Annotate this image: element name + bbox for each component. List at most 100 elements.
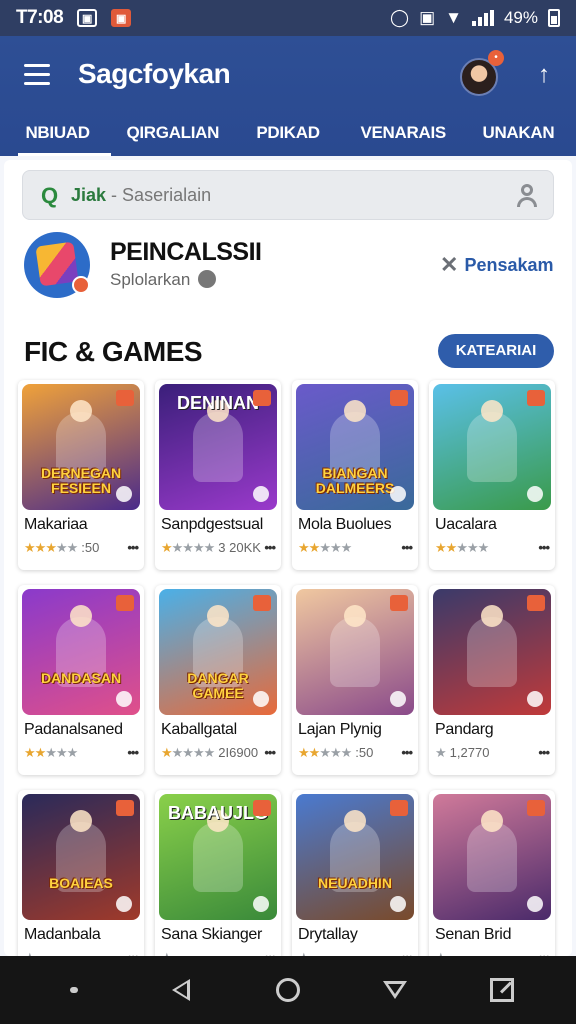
badge-icon	[390, 800, 408, 816]
game-count: 3 20KK	[218, 540, 261, 555]
featured-badge	[72, 276, 90, 294]
game-character	[330, 605, 380, 687]
game-thumbnail[interactable]: BIANGAN DALMEERS	[296, 384, 414, 510]
play-icon	[116, 896, 132, 912]
battery-icon	[548, 9, 560, 27]
game-card[interactable]: BIANGAN DALMEERS Mola Buolues ★★★★★ •••	[292, 380, 418, 570]
game-logo-text: BOAIEAS	[49, 875, 113, 891]
game-card[interactable]: DERNEGAN FESIEEN Makariaa ★★★★★:50 •••	[18, 380, 144, 570]
tab-1[interactable]: QIRGALIAN	[115, 116, 230, 160]
search-input[interactable]: Jiak - Saserialain	[71, 185, 211, 206]
game-thumbnail[interactable]: DENINAN	[159, 384, 277, 510]
game-card[interactable]: NEUADHINDrytallay★•••	[292, 790, 418, 956]
rating-stars: ★★★★★	[435, 540, 489, 555]
game-card[interactable]: BOAIEASMadanbala★•••	[18, 790, 144, 956]
nav-recents-button[interactable]	[380, 975, 410, 1005]
game-card[interactable]: BABAUJLGSana Skianger★•••	[155, 790, 281, 956]
game-thumbnail[interactable]	[433, 794, 551, 920]
nav-menu-button[interactable]	[59, 975, 89, 1005]
game-thumbnail[interactable]	[433, 589, 551, 715]
game-name: Madanbala	[24, 926, 101, 943]
more-options-icon[interactable]: •••	[538, 540, 550, 555]
tab-bar: NBIUAD QIRGALIAN PDIKAD VENARAIS UNAKAN	[0, 116, 576, 160]
game-meta: ★★★★★	[24, 745, 142, 761]
game-card[interactable]: Uacalara ★★★★★ •••	[429, 380, 555, 570]
game-thumbnail[interactable]: DERNEGAN FESIEEN	[22, 384, 140, 510]
game-card[interactable]: DANDASAN Padanalsaned ★★★★★ •••	[18, 585, 144, 775]
game-card[interactable]: Pandarg ★ 1,2770 •••	[429, 585, 555, 775]
more-options-icon[interactable]: •••	[401, 540, 413, 555]
more-options-icon[interactable]: •••	[401, 745, 413, 760]
game-card[interactable]: DENINAN Sanpdgestsual ★★★★★ 3 20KK •••	[155, 380, 281, 570]
upload-icon[interactable]: ↑	[534, 62, 554, 88]
game-meta: ★★★★★	[435, 540, 553, 556]
account-icon[interactable]	[515, 183, 539, 207]
badge-icon	[253, 800, 271, 816]
game-name: Sana Skianger	[161, 926, 263, 943]
menu-icon[interactable]	[24, 64, 50, 86]
badge-icon	[116, 390, 134, 406]
game-character	[193, 400, 243, 482]
dot-icon	[69, 987, 78, 993]
game-logo-text: NEUADHIN	[318, 875, 392, 891]
section-title: FIC & GAMES	[24, 336, 203, 367]
badge-icon	[253, 595, 271, 611]
search-bar[interactable]: Q Jiak - Saserialain	[22, 170, 554, 220]
tab-4[interactable]: UNAKAN	[461, 116, 576, 160]
badge-icon	[527, 800, 545, 816]
block-icon	[198, 270, 217, 288]
more-options-icon[interactable]: •••	[127, 540, 139, 555]
nav-back-button[interactable]	[166, 975, 196, 1005]
game-thumbnail[interactable]	[296, 589, 414, 715]
game-count: :50	[81, 540, 100, 555]
game-meta: ★★★★★ 3 20KK	[161, 540, 279, 556]
tab-3[interactable]: VENARAIS	[346, 116, 461, 160]
game-card[interactable]: DANGAR GAMEE Kaballgatal ★★★★★ 2I6900 •••	[155, 585, 281, 775]
search-placeholder: Saserialain	[122, 185, 212, 205]
wifi-icon: ▼	[445, 8, 462, 27]
notification-icon: ▣	[77, 9, 98, 27]
rating-stars: ★★★★★	[24, 540, 78, 555]
game-thumbnail[interactable]: BOAIEAS	[22, 794, 140, 920]
main-content: Q Jiak - Saserialain PEINCALSSII Splolar…	[0, 156, 576, 956]
game-thumbnail[interactable]	[433, 384, 551, 510]
play-icon	[527, 896, 543, 912]
rating-stars: ★★★★★	[298, 745, 352, 760]
badge-icon	[116, 800, 134, 816]
game-thumbnail[interactable]: DANGAR GAMEE	[159, 589, 277, 715]
nav-expand-button[interactable]	[487, 975, 517, 1005]
app-bar: Sagcfoykan • ↑ NBIUAD QIRGALIAN PDIKAD VENA…	[0, 36, 576, 160]
play-icon	[527, 691, 543, 707]
app-notification-icon: ▣	[111, 9, 132, 27]
search-brand: Jiak	[71, 185, 107, 205]
game-name: Drytallay	[298, 926, 358, 943]
nav-home-button[interactable]	[273, 975, 303, 1005]
game-name: Makariaa	[24, 516, 88, 533]
more-options-icon[interactable]: •••	[538, 745, 550, 760]
category-button[interactable]: KATEARIAI	[438, 334, 554, 368]
game-meta: ★★★★★:50	[298, 745, 416, 761]
featured-title[interactable]: PEINCALSSII	[110, 238, 262, 267]
notification-badge: •	[488, 50, 504, 66]
more-options-icon[interactable]: •••	[264, 540, 276, 555]
tab-0[interactable]: NBIUAD	[0, 116, 115, 160]
game-meta: ★★★★★ 2I6900	[161, 745, 279, 761]
featured-app-icon[interactable]	[24, 232, 90, 298]
game-card[interactable]: Senan Brid★•••	[429, 790, 555, 956]
more-options-icon[interactable]: •••	[264, 745, 276, 760]
badge-icon	[253, 390, 271, 406]
badge-icon	[390, 595, 408, 611]
rating-stars: ★★★★★	[298, 540, 352, 555]
featured-action-button[interactable]: ✕ Pensakam	[440, 252, 554, 278]
play-icon	[527, 486, 543, 502]
status-time: T7:08	[16, 7, 64, 28]
badge-icon	[527, 595, 545, 611]
game-name: Mola Buolues	[298, 516, 392, 533]
game-thumbnail[interactable]: NEUADHIN	[296, 794, 414, 920]
battery-percent: 49%	[503, 8, 538, 27]
more-options-icon[interactable]: •••	[127, 745, 139, 760]
game-thumbnail[interactable]: BABAUJLG	[159, 794, 277, 920]
game-card[interactable]: Lajan Plynig ★★★★★:50 •••	[292, 585, 418, 775]
game-thumbnail[interactable]: DANDASAN	[22, 589, 140, 715]
tab-2[interactable]: PDIKAD	[230, 116, 345, 160]
